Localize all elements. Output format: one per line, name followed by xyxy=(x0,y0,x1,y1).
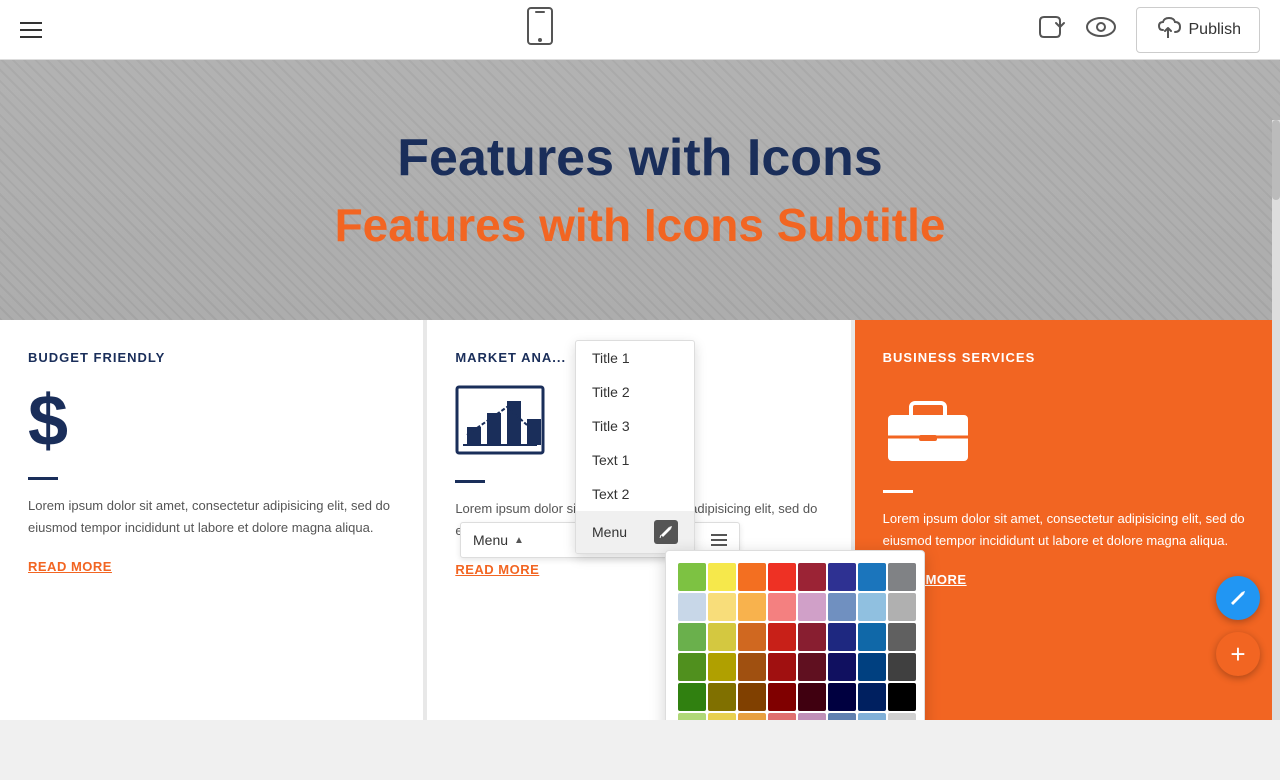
color-swatch[interactable] xyxy=(708,713,736,720)
color-swatch[interactable] xyxy=(828,623,856,651)
color-swatch[interactable] xyxy=(678,623,706,651)
color-swatch[interactable] xyxy=(888,653,916,681)
cloud-upload-icon xyxy=(1155,16,1181,44)
color-swatch[interactable] xyxy=(738,623,766,651)
color-swatch[interactable] xyxy=(738,563,766,591)
main-content: Features with Icons Features with Icons … xyxy=(0,60,1280,720)
dropdown-item-title1[interactable]: Title 1 xyxy=(576,341,694,375)
color-grid xyxy=(678,563,912,720)
hamburger-menu-icon[interactable] xyxy=(20,22,42,38)
color-swatch[interactable] xyxy=(708,563,736,591)
color-swatch[interactable] xyxy=(798,713,826,720)
menu-bar-left: Menu ▲ xyxy=(473,532,524,548)
card-budget-text: Lorem ipsum dolor sit amet, consectetur … xyxy=(28,495,395,539)
publish-button[interactable]: Publish xyxy=(1136,7,1260,53)
mobile-preview-icon[interactable] xyxy=(526,6,554,53)
color-swatch[interactable] xyxy=(828,653,856,681)
toolbar: Publish xyxy=(0,0,1280,60)
color-swatch[interactable] xyxy=(888,683,916,711)
scrollbar[interactable] xyxy=(1272,120,1280,720)
dropdown-item-menu[interactable]: Menu xyxy=(576,511,694,553)
color-swatch[interactable] xyxy=(798,623,826,651)
card-business-text: Lorem ipsum dolor sit amet, consectetur … xyxy=(883,508,1250,552)
color-swatch[interactable] xyxy=(798,653,826,681)
color-swatch[interactable] xyxy=(768,563,796,591)
color-swatch[interactable] xyxy=(798,683,826,711)
color-swatch[interactable] xyxy=(678,713,706,720)
dropdown-item-text2[interactable]: Text 2 xyxy=(576,477,694,511)
color-swatch[interactable] xyxy=(828,563,856,591)
card-budget: BUDGET FRIENDLY $ Lorem ipsum dolor sit … xyxy=(0,320,423,720)
color-swatch[interactable] xyxy=(738,593,766,621)
color-swatch[interactable] xyxy=(768,713,796,720)
publish-label: Publish xyxy=(1189,21,1241,39)
color-swatch[interactable] xyxy=(858,563,886,591)
color-swatch[interactable] xyxy=(738,683,766,711)
color-swatch[interactable] xyxy=(858,713,886,720)
card-budget-divider xyxy=(28,477,58,480)
card-market-read-more[interactable]: READ MORE xyxy=(455,562,539,577)
color-swatch[interactable] xyxy=(828,683,856,711)
undo-icon[interactable] xyxy=(1038,13,1066,47)
color-swatch[interactable] xyxy=(708,593,736,621)
color-swatch[interactable] xyxy=(828,593,856,621)
dropdown-menu: Title 1 Title 2 Title 3 Text 1 Text 2 Me… xyxy=(575,340,695,554)
preview-eye-icon[interactable] xyxy=(1086,16,1116,44)
toolbar-right: Publish xyxy=(1038,7,1260,53)
dropdown-item-title3[interactable]: Title 3 xyxy=(576,409,694,443)
color-swatch[interactable] xyxy=(708,683,736,711)
color-swatch[interactable] xyxy=(888,593,916,621)
color-swatch[interactable] xyxy=(678,593,706,621)
color-swatch[interactable] xyxy=(738,653,766,681)
chevron-up-icon: ▲ xyxy=(514,535,524,546)
color-swatch[interactable] xyxy=(858,653,886,681)
hero-title: Features with Icons xyxy=(397,128,882,188)
dollar-icon: $ xyxy=(28,385,395,457)
hamburger-lines-icon[interactable] xyxy=(711,534,727,546)
color-swatch[interactable] xyxy=(858,623,886,651)
color-swatch[interactable] xyxy=(738,713,766,720)
card-business-divider xyxy=(883,490,913,493)
color-swatch[interactable] xyxy=(888,713,916,720)
hero-subtitle: Features with Icons Subtitle xyxy=(335,198,946,252)
dropdown-item-title2[interactable]: Title 2 xyxy=(576,375,694,409)
color-swatch[interactable] xyxy=(888,623,916,651)
card-budget-title: BUDGET FRIENDLY xyxy=(28,350,395,365)
card-business-title: BUSINESS SERVICES xyxy=(883,350,1250,365)
color-swatch[interactable] xyxy=(708,653,736,681)
menu-bar-label: Menu xyxy=(473,532,508,548)
briefcase-icon xyxy=(883,385,1250,470)
color-swatch[interactable] xyxy=(678,683,706,711)
toolbar-center xyxy=(526,6,554,53)
color-swatch[interactable] xyxy=(708,623,736,651)
dropdown-item-text1[interactable]: Text 1 xyxy=(576,443,694,477)
color-swatch[interactable] xyxy=(768,683,796,711)
toolbar-left xyxy=(20,22,42,38)
hero-section: Features with Icons Features with Icons … xyxy=(0,60,1280,320)
color-swatch[interactable] xyxy=(768,593,796,621)
color-swatch[interactable] xyxy=(858,593,886,621)
edit-pen-icon[interactable] xyxy=(654,520,678,544)
color-swatch[interactable] xyxy=(798,563,826,591)
color-swatch[interactable] xyxy=(768,653,796,681)
card-market-divider xyxy=(455,480,485,483)
color-swatch[interactable] xyxy=(798,593,826,621)
color-swatch[interactable] xyxy=(678,653,706,681)
color-swatch[interactable] xyxy=(888,563,916,591)
card-budget-read-more[interactable]: READ MORE xyxy=(28,559,112,574)
color-swatch[interactable] xyxy=(768,623,796,651)
color-swatch[interactable] xyxy=(858,683,886,711)
scrollbar-thumb[interactable] xyxy=(1272,120,1280,200)
color-picker: More > xyxy=(665,550,925,720)
color-swatch[interactable] xyxy=(828,713,856,720)
color-swatch[interactable] xyxy=(678,563,706,591)
fab-edit-button[interactable] xyxy=(1216,576,1260,620)
fab-add-button[interactable]: + xyxy=(1216,632,1260,676)
